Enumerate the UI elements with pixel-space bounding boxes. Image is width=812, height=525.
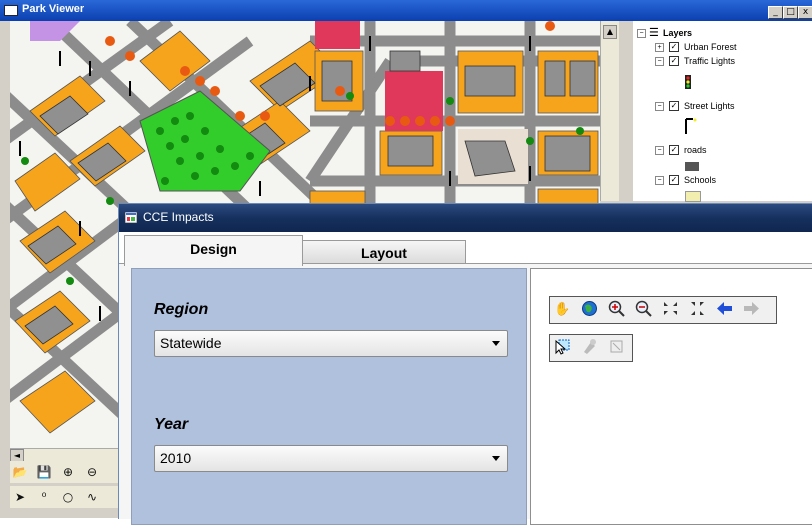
tab-content: Region Statewide Year 2010 ✋	[119, 264, 812, 525]
app-window-icon	[125, 212, 137, 223]
year-value: 2010	[160, 450, 192, 466]
layers-panel: − ☰ Layers + ✓ Urban Forest − ✓ Traffic …	[633, 21, 812, 202]
circle-draw-icon[interactable]: ○	[60, 489, 76, 505]
year-label: Year	[154, 416, 189, 433]
park-viewer-toolbar: 📂 💾 ⊕ ⊖	[10, 461, 118, 483]
region-dropdown[interactable]: Statewide	[154, 330, 508, 357]
map-vertical-scrollbar[interactable]: ▲	[600, 21, 619, 201]
chevron-down-icon[interactable]	[492, 456, 500, 461]
road-swatch	[685, 162, 699, 171]
design-panel: Region Statewide Year 2010	[131, 268, 527, 525]
street-light-icon	[684, 117, 698, 135]
cce-titlebar[interactable]: CCE Impacts	[119, 204, 812, 232]
tab-layout[interactable]: Layout	[302, 240, 466, 264]
collapse-icon[interactable]: −	[637, 29, 646, 38]
year-dropdown[interactable]: 2010	[154, 445, 508, 472]
region-value: Statewide	[160, 335, 222, 351]
forward-arrow-icon[interactable]	[742, 300, 761, 319]
cce-impacts-window: CCE Impacts Design Layout Region Statewi…	[118, 203, 812, 525]
back-arrow-icon[interactable]	[715, 300, 734, 319]
park-viewer-titlebar[interactable]: Park Viewer _ □ x	[0, 0, 812, 21]
layers-stack-icon: ☰	[649, 27, 659, 39]
collapse-icon[interactable]: −	[655, 102, 664, 111]
region-label: Region	[154, 301, 209, 318]
scroll-up-arrow-icon[interactable]: ▲	[603, 25, 617, 39]
layer-checkbox[interactable]: ✓	[669, 101, 679, 111]
open-folder-icon[interactable]: 📂	[12, 464, 28, 480]
identify-icon[interactable]	[580, 338, 599, 357]
zoom-out-fixed-icon[interactable]	[688, 300, 707, 319]
select-features-icon[interactable]	[553, 338, 572, 357]
map-navigation-toolbar: ✋	[549, 296, 777, 324]
layer-label: Street Lights	[684, 101, 735, 111]
save-icon[interactable]: 💾	[36, 464, 52, 480]
layer-checkbox[interactable]: ✓	[669, 175, 679, 185]
map-panel[interactable]: ✋	[530, 268, 812, 525]
tab-strip: Design Layout	[119, 232, 812, 266]
minimize-button[interactable]: _	[768, 6, 783, 19]
zoom-in-fixed-icon[interactable]	[661, 300, 680, 319]
park-viewer-title: Park Viewer	[22, 3, 85, 15]
layer-checkbox[interactable]: ✓	[669, 56, 679, 66]
globe-full-extent-icon[interactable]	[580, 300, 599, 319]
zoom-out-icon[interactable]: ⊖	[84, 464, 100, 480]
red-zone	[315, 21, 360, 49]
collapse-icon[interactable]: −	[655, 176, 664, 185]
collapse-icon[interactable]: −	[655, 57, 664, 66]
pan-hand-icon[interactable]: ✋	[553, 300, 572, 319]
zoom-in-icon[interactable]	[607, 300, 626, 319]
maximize-button[interactable]: □	[783, 6, 798, 19]
park-viewer-edit-toolbar: ➤ ⁰ ○ ∿	[10, 486, 118, 508]
select-arrow-icon[interactable]: ➤	[12, 489, 28, 505]
layer-label: Schools	[684, 175, 717, 185]
map-horizontal-scrollbar[interactable]: ◄	[10, 448, 118, 463]
cce-title: CCE Impacts	[143, 210, 214, 224]
chevron-down-icon[interactable]	[492, 341, 500, 346]
layer-label: Traffic Lights	[684, 56, 736, 66]
clear-selection-icon[interactable]	[607, 338, 626, 357]
close-button[interactable]: x	[798, 6, 812, 19]
curve-draw-icon[interactable]: ∿	[84, 489, 100, 505]
collapse-icon[interactable]: −	[655, 146, 664, 155]
traffic-light-icon	[682, 75, 692, 89]
school-swatch	[685, 191, 701, 202]
layers-root-label: Layers	[663, 28, 693, 38]
layer-label: Urban Forest	[684, 42, 737, 52]
layer-label: roads	[684, 145, 707, 155]
zoom-in-icon[interactable]: ⊕	[60, 464, 76, 480]
layer-checkbox[interactable]: ✓	[669, 145, 679, 155]
window-icon	[4, 5, 18, 16]
expand-icon[interactable]: +	[655, 43, 664, 52]
zoom-out-icon[interactable]	[634, 300, 653, 319]
tab-design[interactable]: Design	[124, 235, 303, 266]
node-edit-icon[interactable]: ⁰	[36, 489, 52, 505]
layer-checkbox[interactable]: ✓	[669, 42, 679, 52]
map-selection-toolbar	[549, 334, 633, 362]
